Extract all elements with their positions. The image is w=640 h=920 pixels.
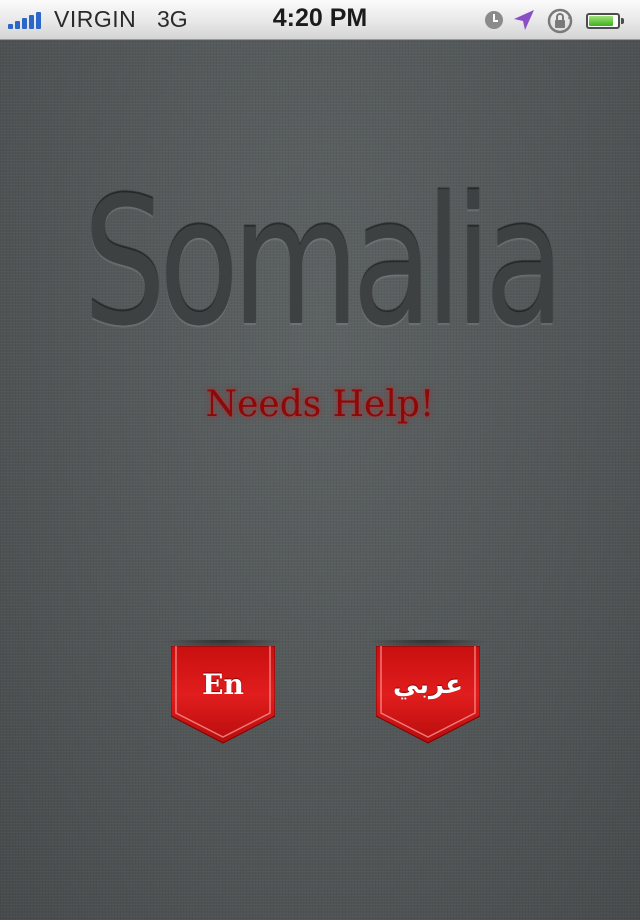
battery-level xyxy=(589,16,613,26)
clock-icon xyxy=(485,11,503,29)
location-icon xyxy=(514,10,534,30)
english-language-button[interactable]: En xyxy=(171,646,275,746)
english-label: En xyxy=(202,668,244,701)
arabic-label: عربي xyxy=(392,670,463,700)
arabic-language-button[interactable]: عربي xyxy=(376,646,480,746)
status-time: 4:20 PM xyxy=(272,4,368,32)
battery-icon xyxy=(586,13,624,29)
status-bar: VIRGIN 3G 4:20 PM xyxy=(0,0,640,40)
rotation-lock-icon xyxy=(547,8,573,34)
app-title: Somalia xyxy=(83,160,564,365)
subtitle: Needs Help! xyxy=(205,384,435,425)
